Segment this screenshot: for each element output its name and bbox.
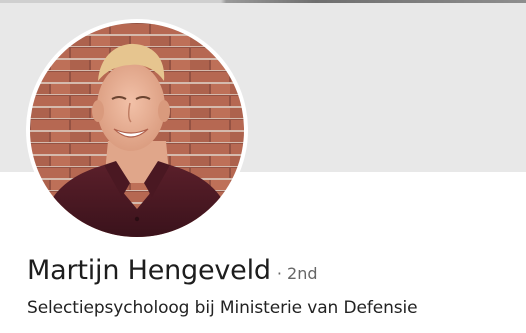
- profile-name: Martijn Hengeveld: [27, 255, 271, 286]
- avatar-photo: [30, 23, 244, 237]
- profile-card: Martijn Hengeveld · 2nd Selectiepsycholo…: [0, 0, 526, 333]
- profile-headline: Selectiepsycholoog bij Ministerie van De…: [27, 298, 418, 318]
- degree-separator: ·: [276, 264, 282, 283]
- avatar[interactable]: [30, 23, 244, 237]
- connection-degree: · 2nd: [277, 264, 318, 283]
- avatar-frame[interactable]: [26, 19, 248, 241]
- name-line: Martijn Hengeveld · 2nd: [27, 255, 318, 286]
- degree-label: 2nd: [287, 264, 318, 283]
- cover-image-strip: [0, 0, 526, 3]
